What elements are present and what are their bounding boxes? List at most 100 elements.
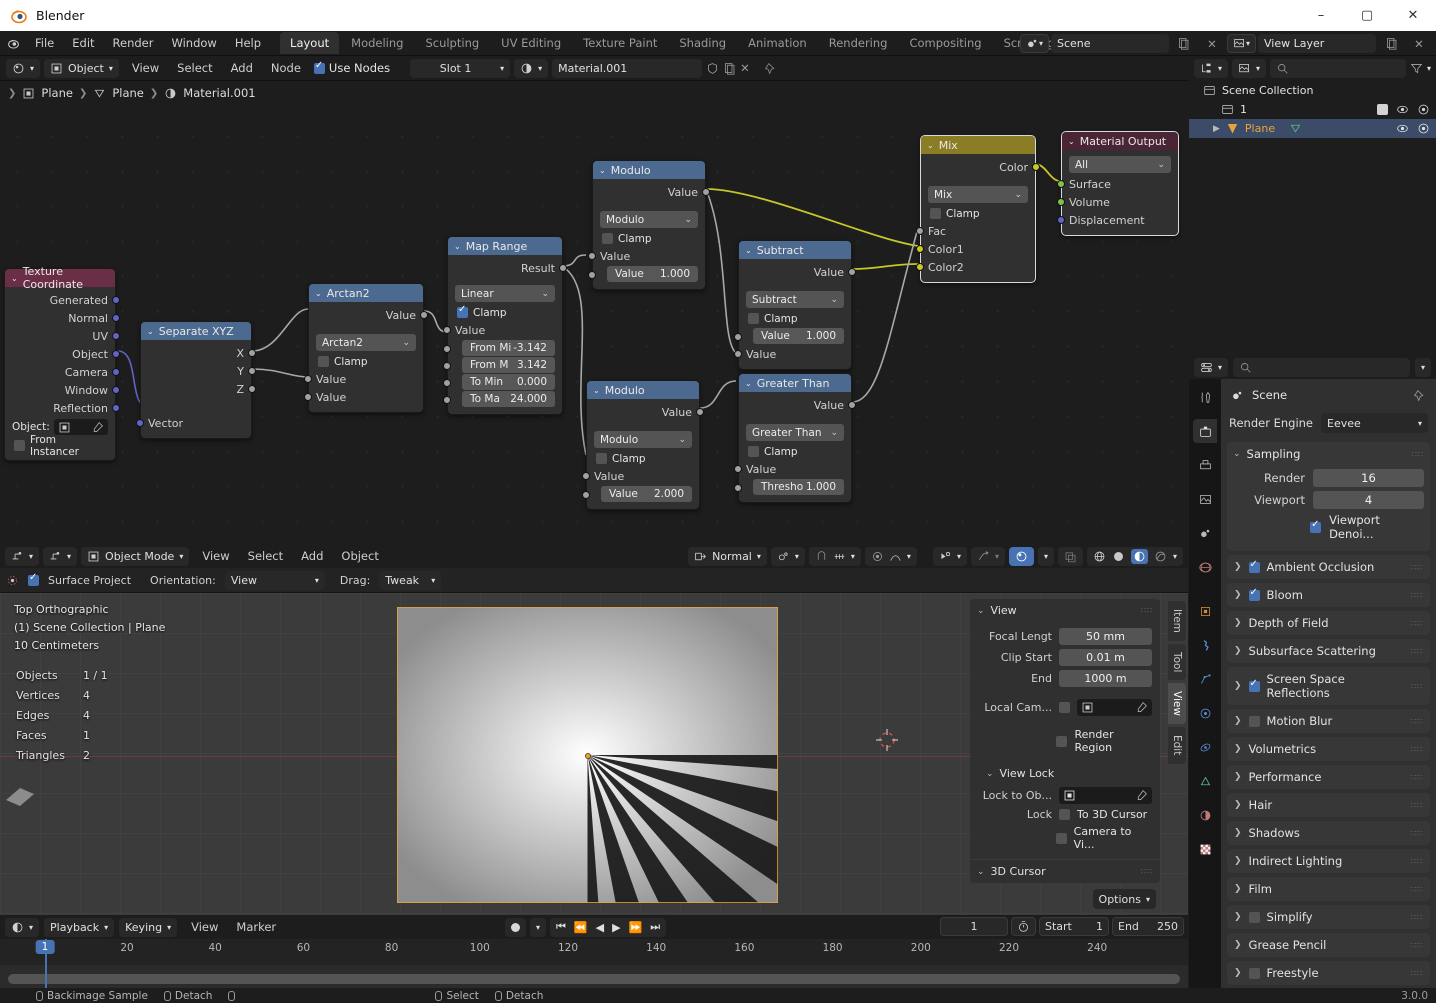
play-reverse-icon[interactable]: ◀ [596,921,604,934]
node-output-row[interactable]: Generated [5,291,120,309]
clamp-checkbox[interactable] [602,233,613,244]
value-field[interactable]: Value 2.000 [601,486,692,502]
operation-dropdown[interactable]: Greater Than ⌄ [746,424,844,441]
output-socket[interactable] [848,268,856,276]
drag-dropdown[interactable]: Tweak ▾ [379,570,442,590]
render-engine-dropdown[interactable]: Eevee ▾ [1321,413,1428,433]
gizmo-toggle[interactable]: ▾ [970,546,1005,566]
scene-browse-icon[interactable]: ▾ [1019,34,1049,53]
tab-object-data[interactable] [1193,769,1217,793]
section-enable-checkbox[interactable] [1248,559,1260,573]
unlink-material-icon[interactable]: ✕ [740,61,750,75]
output-socket[interactable] [559,264,567,272]
breadcrumb-item-object[interactable]: Plane [41,86,73,100]
cursor-tool-icon[interactable] [6,574,19,587]
new-scene-icon[interactable] [1171,37,1197,50]
clamp-row[interactable]: Clamp [309,353,423,370]
use-nodes-checkbox[interactable] [313,60,325,74]
clip-end-value[interactable]: 1000 m [1059,670,1152,687]
node-header[interactable]: ⌄ Arctan2 [309,284,423,302]
input-socket[interactable] [304,393,312,401]
timeline-scrollbar[interactable] [8,974,1180,984]
input-socket[interactable] [588,252,596,260]
node-input-row[interactable]: Value [443,321,562,339]
input-socket[interactable] [443,396,451,404]
collapse-icon[interactable]: ⌄ [599,166,606,175]
drag-grip-icon[interactable]: ∷∷ [1411,773,1423,782]
workspace-tab-compositing[interactable]: Compositing [899,32,991,54]
drag-grip-icon[interactable]: ∷∷ [1412,450,1424,459]
node-material-output[interactable]: ⌄ Material Output All ⌄ Surface Volume Di… [1057,131,1179,236]
3d-cursor-section-header[interactable]: ⌄ 3D Cursor ∷∷ [970,859,1160,883]
top-menu-edit[interactable]: Edit [63,31,103,56]
node-output-row[interactable]: Camera [5,363,120,381]
drag-grip-icon[interactable]: ∷∷ [1411,647,1423,656]
input-socket[interactable] [734,484,742,492]
collapse-icon[interactable]: ⌄ [927,141,934,150]
blend-mode-dropdown[interactable]: Mix ⌄ [928,186,1028,203]
value-field[interactable]: To Min 0.000 [462,374,555,390]
properties-section-indirect-lighting[interactable]: ❯ Indirect Lighting ∷∷ [1227,849,1430,873]
clamp-checkbox[interactable] [930,208,941,219]
node-input-row[interactable]: Fac [916,222,1035,240]
input-socket[interactable] [734,465,742,473]
node-input-row[interactable]: Value [304,370,423,388]
solid-shading-icon[interactable] [1112,550,1125,563]
output-socket[interactable] [1032,163,1040,171]
outliner-editor-type-selector[interactable]: ▾ [1194,59,1229,78]
input-socket[interactable] [443,326,451,334]
outliner-row-scene-collection[interactable]: Scene Collection [1189,81,1436,100]
mesh-data-icon[interactable] [1289,122,1302,135]
viewport-canvas[interactable]: Top Orthographic (1) Scene Collection | … [0,593,1188,915]
interpolation-dropdown[interactable]: Linear ⌄ [455,285,555,302]
output-socket[interactable] [702,188,710,196]
clamp-checkbox[interactable] [748,446,759,457]
properties-section-performance[interactable]: ❯ Performance ∷∷ [1227,765,1430,789]
node-input-row[interactable]: Value [588,247,705,265]
workspace-tab-shading[interactable]: Shading [669,32,736,54]
clamp-row[interactable]: Clamp [921,205,1035,222]
pin-icon[interactable] [764,62,777,75]
input-socket[interactable] [443,379,451,387]
render-region-row[interactable]: Render Region [970,726,1160,756]
node-input-row[interactable]: Color1 [916,240,1035,258]
drag-grip-icon[interactable]: ∷∷ [1411,969,1423,978]
clamp-row[interactable]: Clamp [739,310,851,327]
overlays-toggle[interactable] [1008,546,1034,566]
drag-grip-icon[interactable]: ∷∷ [1411,717,1423,726]
view-section-header[interactable]: ⌄ View ∷∷ [970,599,1160,622]
filter-icon[interactable] [1410,62,1423,75]
drag-grip-icon[interactable]: ∷∷ [1411,619,1423,628]
workspace-tab-texture-paint[interactable]: Texture Paint [573,32,667,54]
collapse-icon[interactable]: ⌄ [745,379,752,388]
operation-dropdown[interactable]: Modulo ⌄ [594,431,692,448]
maximize-button[interactable]: ▢ [1344,0,1390,31]
section-enable-checkbox[interactable] [1248,715,1260,727]
node-input-row[interactable]: Value [582,467,699,485]
node-input-row[interactable]: Displacement [1057,211,1178,229]
lock-to-object-field[interactable] [1059,787,1152,804]
overlays-dropdown[interactable]: ▾ [1037,546,1054,566]
viewport-menu-view[interactable]: View [193,544,238,569]
start-frame-field[interactable]: Start 1 [1039,917,1109,936]
collection-enable-checkbox[interactable] [1377,104,1388,115]
transform-orientation-selector[interactable]: Normal ▾ [688,546,767,566]
clamp-checkbox[interactable] [748,313,759,324]
operation-dropdown[interactable]: Subtract ⌄ [746,291,844,308]
top-menu-render[interactable]: Render [104,31,163,56]
sampling-denoise-row[interactable]: Viewport Denoi... [1233,511,1424,543]
workspace-tab-layout[interactable]: Layout [280,32,340,54]
node-output-row[interactable]: Normal [5,309,120,327]
operation-dropdown[interactable]: Arctan2 ⌄ [316,334,416,351]
output-socket[interactable] [112,296,120,304]
drag-grip-icon[interactable]: ∷∷ [1411,563,1423,572]
sampling-render-row[interactable]: Render 16 [1233,467,1424,489]
eyedropper-icon[interactable] [1135,701,1148,714]
node-input-row[interactable]: Vector [136,414,251,432]
node-menu-view[interactable]: View [123,56,168,81]
outliner-search-input[interactable] [1270,59,1406,78]
focal-length-value[interactable]: 50 mm [1059,628,1152,645]
node-output-row[interactable]: Y [141,362,256,380]
drag-grip-icon[interactable]: ∷∷ [1411,591,1423,600]
workspace-tab-animation[interactable]: Animation [738,32,817,54]
